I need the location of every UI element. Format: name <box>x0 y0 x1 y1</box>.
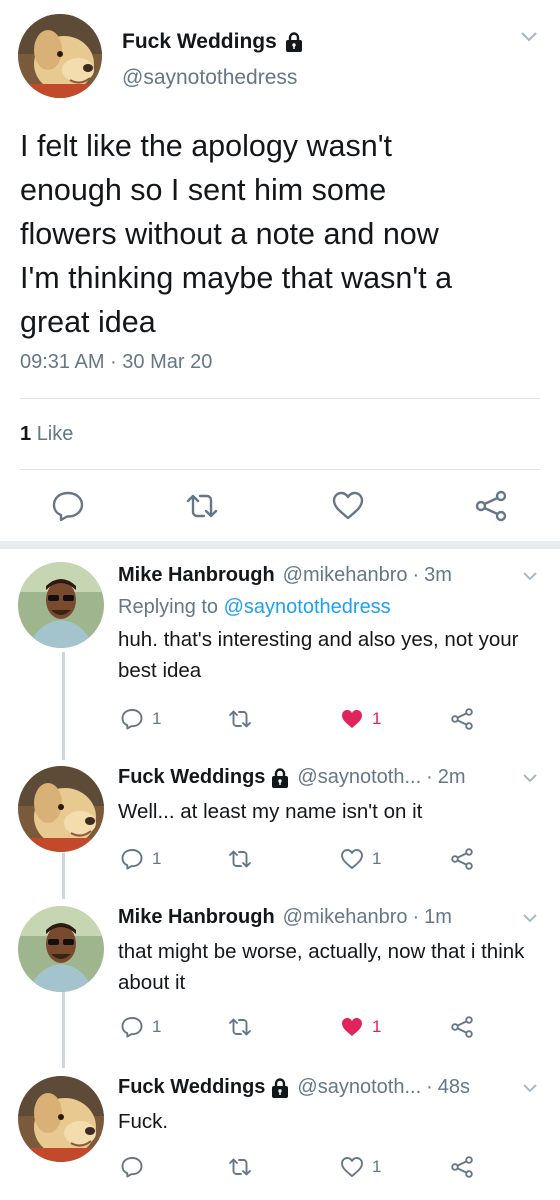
reply-button[interactable]: 1 <box>120 1014 161 1040</box>
reply-actions: 1 1 <box>0 706 560 732</box>
reply-header: Mike Hanbrough @mikehanbro · 1m <box>118 906 452 929</box>
reply-text: Fuck. <box>118 1110 169 1133</box>
divider <box>20 398 540 399</box>
share-icon <box>451 1156 473 1178</box>
reply-text: Well... at least my name isn't on it <box>118 800 423 823</box>
speech-bubble-icon[interactable] <box>51 489 85 523</box>
reply-button[interactable] <box>120 1154 152 1180</box>
lock-icon <box>271 767 289 788</box>
share-button[interactable] <box>450 846 474 872</box>
chevron-down-icon[interactable] <box>522 1082 538 1094</box>
reply-timestamp[interactable]: 3m <box>424 564 452 587</box>
author-handle[interactable]: @mikehanbro <box>283 564 408 587</box>
chevron-down-icon[interactable] <box>522 570 538 582</box>
retweet-icon[interactable] <box>185 489 219 523</box>
author-handle[interactable]: @saynotothedress <box>122 66 297 90</box>
share-button[interactable] <box>450 1014 474 1040</box>
reply-button[interactable]: 1 <box>120 846 161 872</box>
reply-actions: 1 1 <box>0 1014 560 1040</box>
speech-bubble-icon <box>121 709 143 730</box>
man-avatar[interactable] <box>18 562 104 648</box>
author-name[interactable]: Fuck Weddings <box>118 766 289 789</box>
author-handle[interactable]: @saynototh... <box>297 1076 421 1099</box>
reply-actions: 1 <box>0 1154 560 1180</box>
share-icon[interactable] <box>474 489 508 523</box>
author-handle[interactable]: @saynototh... <box>297 766 421 789</box>
replying-to-link[interactable]: @saynotothedress <box>224 596 391 618</box>
reply-timestamp[interactable]: 48s <box>438 1076 470 1099</box>
lock-icon <box>271 1077 289 1098</box>
share-icon <box>451 848 473 870</box>
chevron-down-icon[interactable] <box>522 772 538 784</box>
heart-icon <box>341 849 363 869</box>
like-button[interactable]: 1 <box>340 846 381 872</box>
speech-bubble-icon <box>121 1157 143 1178</box>
reply-timestamp[interactable]: 1m <box>424 906 452 929</box>
main-tweet: Fuck Weddings @saynotothedress I felt li… <box>0 0 560 545</box>
replying-to: Replying to @saynotothedress <box>118 596 391 618</box>
reply-button[interactable]: 1 <box>120 706 161 732</box>
likes-count[interactable]: 1 Like <box>20 423 73 446</box>
share-button[interactable] <box>450 1154 474 1180</box>
speech-bubble-icon <box>121 1017 143 1038</box>
share-icon <box>451 708 473 730</box>
dog-avatar[interactable] <box>18 14 102 98</box>
author-name[interactable]: Fuck Weddings <box>122 30 303 54</box>
tweet-text: I felt like the apology wasn't enough so… <box>20 129 453 339</box>
reply-header: Fuck Weddings @saynototh... · 48s <box>118 1076 471 1099</box>
lock-icon <box>285 32 303 52</box>
like-button[interactable]: 1 <box>340 1014 381 1040</box>
retweet-button[interactable] <box>228 706 252 732</box>
dog-avatar[interactable] <box>18 766 104 852</box>
share-icon <box>451 1016 473 1038</box>
chevron-down-icon[interactable] <box>522 912 538 924</box>
man-avatar[interactable] <box>18 906 104 992</box>
reply-actions: 1 1 <box>0 846 560 872</box>
retweet-button[interactable] <box>228 1014 252 1040</box>
reply-header: Fuck Weddings @saynototh... · 2m <box>118 766 466 789</box>
speech-bubble-icon <box>121 849 143 870</box>
heart-icon <box>341 1157 363 1177</box>
like-button[interactable]: 1 <box>340 1154 381 1180</box>
section-separator <box>0 541 560 549</box>
retweet-icon <box>229 850 251 868</box>
dog-avatar[interactable] <box>18 1076 104 1162</box>
heart-icon <box>342 1018 362 1036</box>
retweet-icon <box>229 1158 251 1176</box>
chevron-down-icon[interactable] <box>520 30 538 44</box>
share-button[interactable] <box>450 706 474 732</box>
author-handle[interactable]: @mikehanbro <box>283 906 408 929</box>
divider <box>20 469 540 470</box>
retweet-button[interactable] <box>228 846 252 872</box>
heart-icon[interactable] <box>331 489 365 523</box>
retweet-icon <box>229 710 251 728</box>
reply-text: that might be worse, actually, now that … <box>118 940 525 994</box>
reply-text: huh. that's interesting and also yes, no… <box>118 628 519 682</box>
heart-icon <box>342 710 362 728</box>
author-name[interactable]: Mike Hanbrough <box>118 906 275 929</box>
reply-header: Mike Hanbrough @mikehanbro · 3m <box>118 564 452 587</box>
tweet-actions <box>0 489 560 523</box>
author-name[interactable]: Fuck Weddings <box>118 1076 289 1099</box>
author-name[interactable]: Mike Hanbrough <box>118 564 275 587</box>
retweet-button[interactable] <box>228 1154 252 1180</box>
retweet-icon <box>229 1018 251 1036</box>
like-button[interactable]: 1 <box>340 706 381 732</box>
tweet-timestamp[interactable]: 09:31 AM · 30 Mar 20 <box>20 351 212 374</box>
reply-timestamp[interactable]: 2m <box>438 766 466 789</box>
